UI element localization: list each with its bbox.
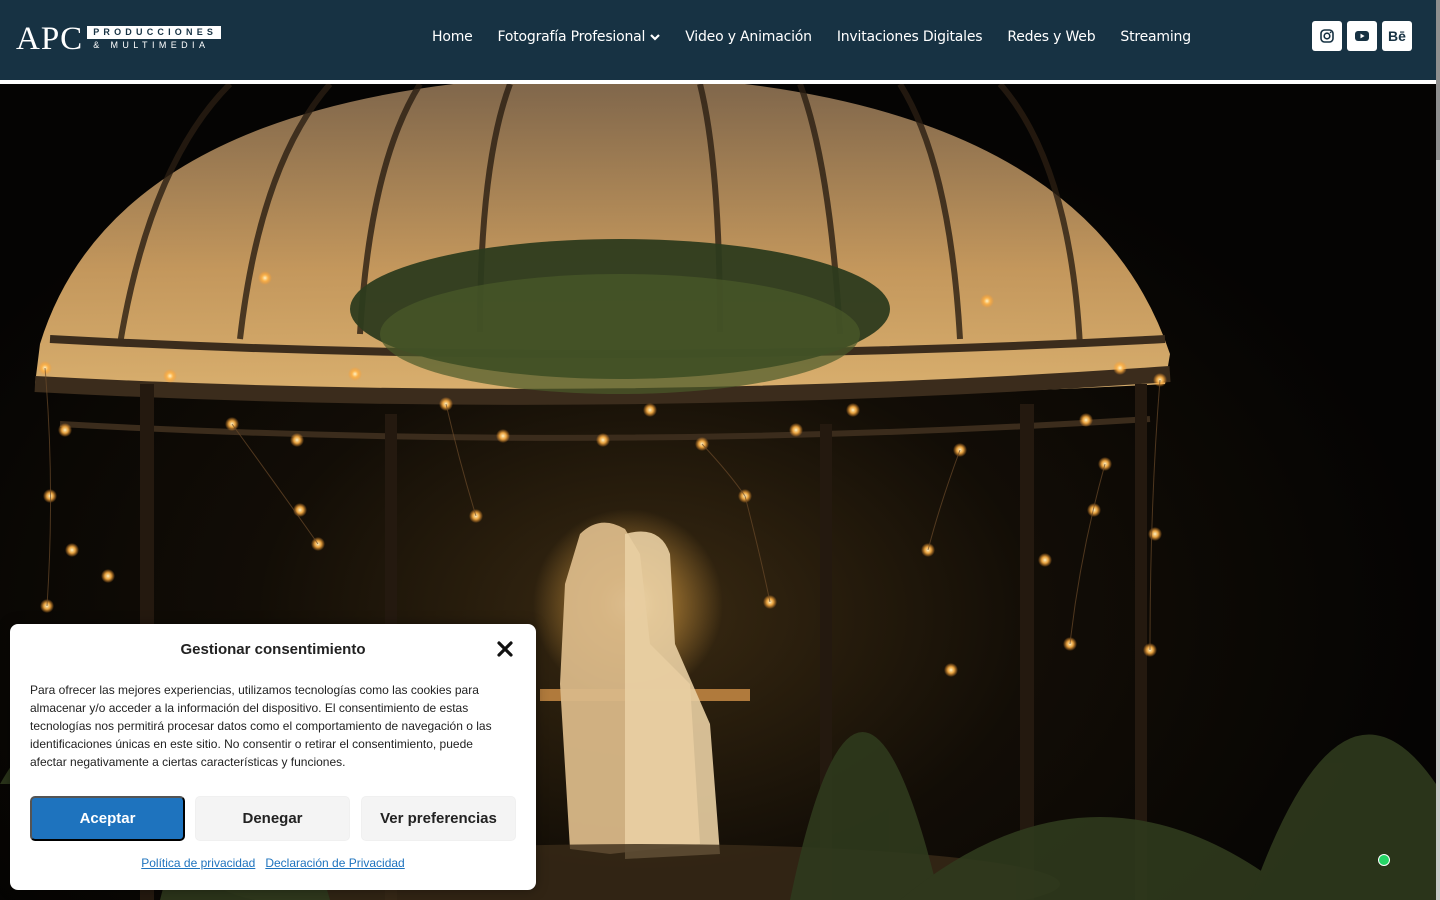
- nav-label: Video y Animación: [685, 29, 812, 45]
- youtube-icon: [1355, 31, 1369, 41]
- nav-label: Streaming: [1120, 29, 1191, 45]
- scrollbar-thumb[interactable]: [1436, 0, 1440, 160]
- main-nav: Home Fotografía Profesional Video y Anim…: [432, 26, 1216, 48]
- nav-item-home[interactable]: Home: [432, 26, 473, 48]
- nav-label: Home: [432, 29, 473, 45]
- logo-line-2: & MULTIMEDIA: [93, 40, 210, 50]
- deny-button[interactable]: Denegar: [195, 796, 350, 841]
- nav-item-video[interactable]: Video y Animación: [685, 26, 812, 48]
- consent-title: Gestionar consentimiento: [180, 641, 366, 658]
- site-logo[interactable]: APC PRODUCCIONES & MULTIMEDIA: [16, 20, 222, 57]
- nav-label: Redes y Web: [1007, 29, 1096, 45]
- logo-letters: APC: [16, 20, 84, 57]
- instagram-button[interactable]: [1312, 21, 1342, 51]
- cookie-consent-dialog: Gestionar consentimiento Para ofrecer la…: [10, 624, 536, 890]
- nav-label: Invitaciones Digitales: [836, 29, 983, 45]
- nav-item-redes[interactable]: Redes y Web: [1007, 26, 1095, 48]
- behance-button[interactable]: Bē: [1382, 21, 1412, 51]
- youtube-button[interactable]: [1347, 21, 1377, 51]
- logo-line-1: PRODUCCIONES: [87, 26, 222, 39]
- close-icon[interactable]: [496, 640, 514, 658]
- site-header: APC PRODUCCIONES & MULTIMEDIA Home Fotog…: [0, 0, 1436, 80]
- nav-item-fotografia[interactable]: Fotografía Profesional: [498, 26, 661, 48]
- privacy-statement-link[interactable]: Declaración de Privacidad: [265, 856, 404, 870]
- view-preferences-button[interactable]: Ver preferencias: [361, 796, 516, 841]
- chevron-down-icon: [650, 34, 661, 41]
- nav-item-invitaciones[interactable]: Invitaciones Digitales: [837, 26, 983, 48]
- accept-button[interactable]: Aceptar: [30, 796, 185, 841]
- social-links: Bē: [1312, 21, 1417, 51]
- nav-item-streaming[interactable]: Streaming: [1120, 26, 1191, 48]
- consent-links: Política de privacidad Declaración de Pr…: [10, 856, 536, 870]
- consent-description: Para ofrecer las mejores experiencias, u…: [30, 683, 492, 769]
- privacy-policy-link[interactable]: Política de privacidad: [141, 856, 255, 870]
- whatsapp-icon[interactable]: [1378, 854, 1390, 866]
- nav-label: Fotografía Profesional: [497, 29, 646, 45]
- instagram-icon: [1320, 29, 1334, 43]
- logo-wordmark: PRODUCCIONES & MULTIMEDIA: [87, 26, 222, 52]
- behance-icon: Bē: [1388, 28, 1406, 44]
